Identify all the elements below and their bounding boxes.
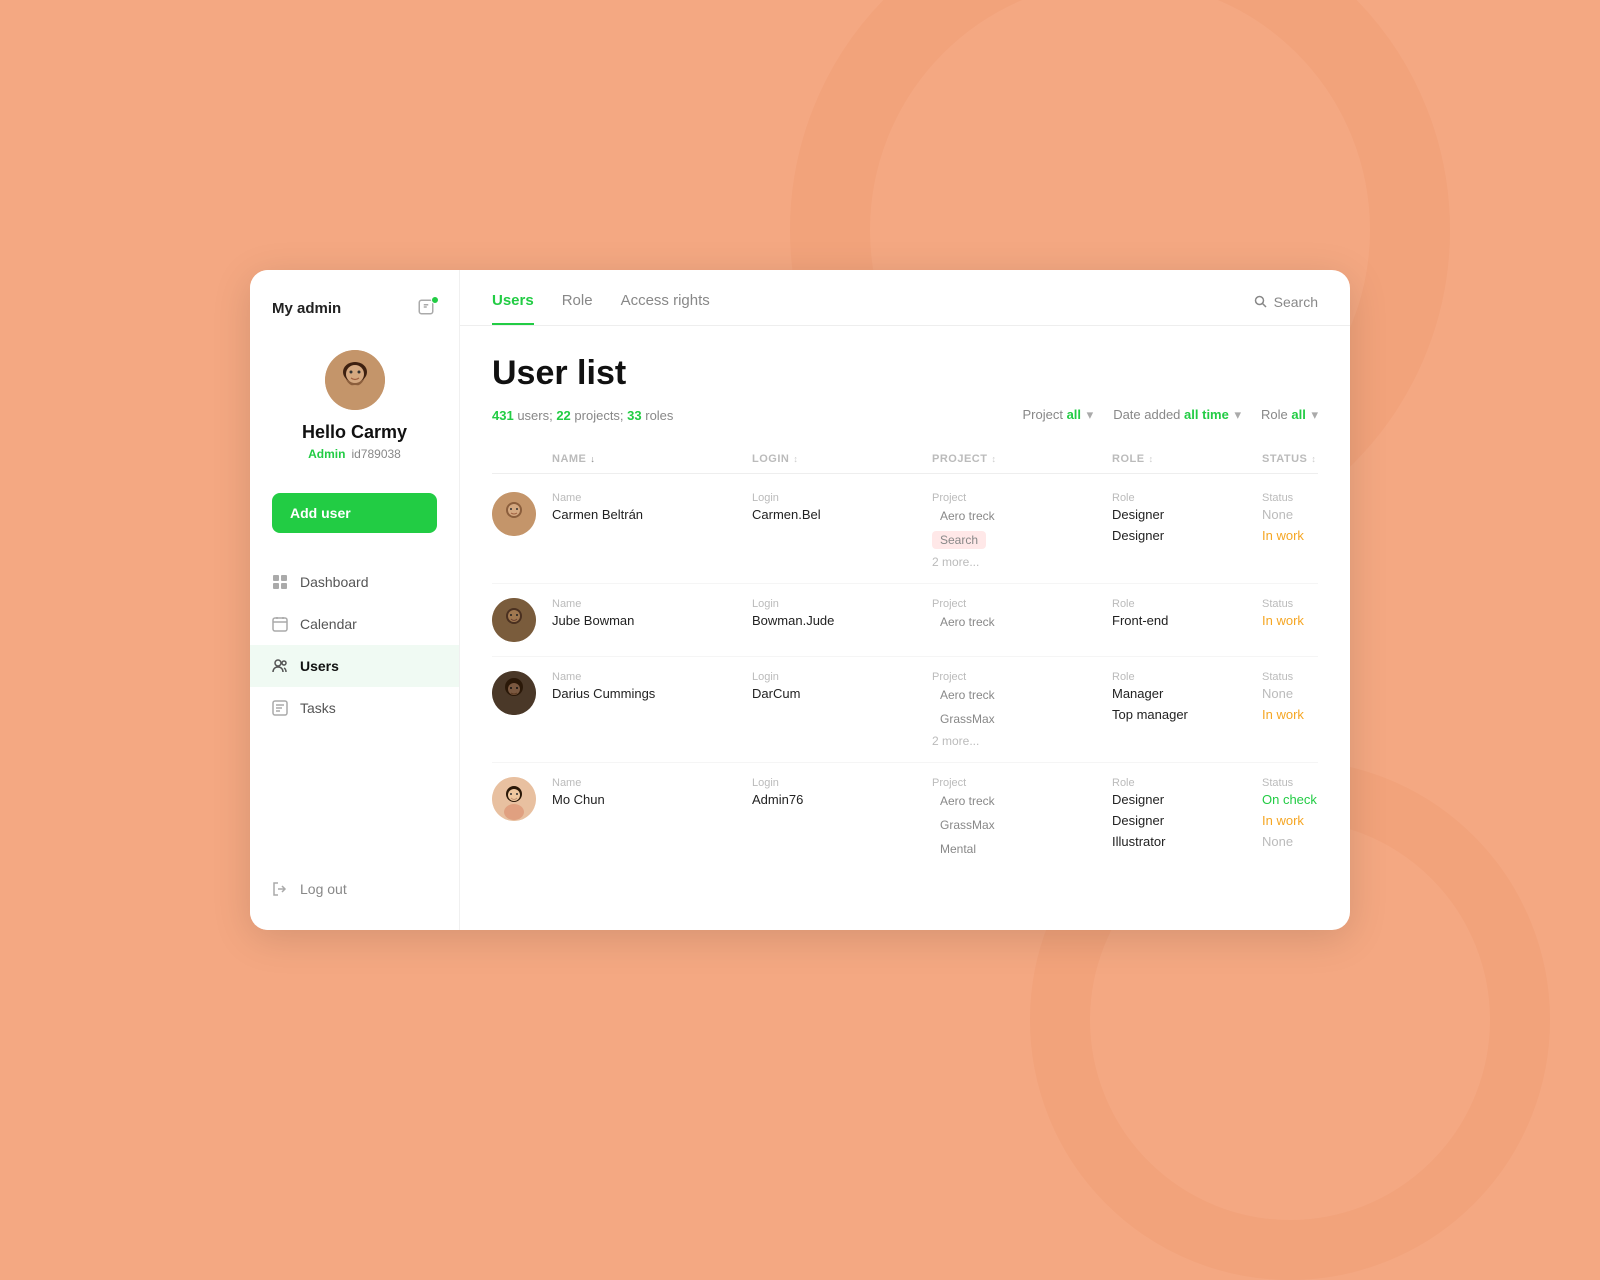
profile-greeting: Hello Carmy [302, 422, 407, 443]
sidebar-item-label: Calendar [300, 616, 357, 632]
avatar [325, 350, 385, 410]
table-row[interactable]: Name Darius Cummings Login DarCum Projec… [492, 657, 1318, 763]
profile-id: id789038 [351, 447, 400, 461]
profile-role: Admin [308, 447, 345, 461]
stats-bar: 431 users; 22 projects; 33 roles Project… [492, 407, 1318, 423]
table-header: NAME ↓ LOGIN ↕ PROJECT ↕ ROLE ↕ [492, 445, 1318, 474]
nav-tabs: Users Role Access rights [492, 292, 710, 325]
sort-icon: ↓ [590, 454, 595, 464]
name-cell: Name Mo Chun [552, 777, 752, 807]
sidebar-item-dashboard[interactable]: Dashboard [250, 561, 459, 603]
role-count: 33 [627, 408, 641, 423]
app-container: My admin [250, 270, 1350, 930]
logout-button[interactable]: Log out [250, 868, 459, 910]
tab-role[interactable]: Role [562, 292, 593, 325]
app-title: My admin [272, 300, 341, 317]
project-count: 22 [556, 408, 570, 423]
user-table: NAME ↓ LOGIN ↕ PROJECT ↕ ROLE ↕ [492, 445, 1318, 878]
role-cell: Role Designer Designer Illustrator [1112, 777, 1262, 849]
sidebar-header: My admin [250, 298, 459, 342]
user-avatar-cell [492, 492, 552, 536]
status-cell: Status In work [1262, 598, 1350, 628]
chevron-down-icon: ▾ [1311, 407, 1318, 422]
sort-icon: ↕ [1311, 454, 1316, 464]
tasks-icon [272, 700, 288, 716]
name-cell: Name Jube Bowman [552, 598, 752, 628]
role-cell: Role Front-end [1112, 598, 1262, 628]
search-label: Search [1274, 294, 1318, 310]
sidebar-item-label: Tasks [300, 700, 336, 716]
project-cell: Project Aero treck Search 2 more... [932, 492, 1112, 569]
sort-icon: ↕ [1149, 454, 1154, 464]
search-area[interactable]: Search [1254, 294, 1318, 324]
name-cell: Name Carmen Beltrán [552, 492, 752, 522]
main-content: Users Role Access rights Search User lis… [460, 270, 1350, 930]
calendar-icon [272, 616, 288, 632]
top-nav: Users Role Access rights Search [460, 270, 1350, 326]
project-cell: Project Aero treck GrassMax Mental [932, 777, 1112, 864]
avatar [492, 492, 536, 536]
filter-role[interactable]: Role all ▾ [1261, 407, 1318, 423]
notification-dot [431, 296, 439, 304]
sidebar-item-calendar[interactable]: Calendar [250, 603, 459, 645]
role-cell: Role Designer Designer [1112, 492, 1262, 543]
avatar [492, 671, 536, 715]
filter-controls: Project all ▾ Date added all time ▾ Role… [1022, 407, 1318, 423]
table-row[interactable]: Name Jube Bowman Login Bowman.Jude Proje… [492, 584, 1318, 657]
chevron-down-icon: ▾ [1087, 407, 1094, 422]
avatar [492, 777, 536, 821]
notification-icon[interactable] [417, 298, 437, 318]
sidebar-item-users[interactable]: Users [250, 645, 459, 687]
sort-icon: ↕ [793, 454, 798, 464]
search-icon [1254, 295, 1268, 309]
filter-project[interactable]: Project all ▾ [1022, 407, 1093, 423]
col-project[interactable]: PROJECT ↕ [932, 453, 1112, 465]
status-cell: Status None In work [1262, 671, 1350, 722]
col-avatar [492, 453, 552, 465]
tab-users[interactable]: Users [492, 292, 534, 325]
sidebar: My admin [250, 270, 460, 930]
col-role[interactable]: ROLE ↕ [1112, 453, 1262, 465]
user-avatar-cell [492, 598, 552, 642]
dashboard-icon [272, 574, 288, 590]
status-cell: Status None In work [1262, 492, 1350, 543]
col-name[interactable]: NAME ↓ [552, 453, 752, 465]
filter-date[interactable]: Date added all time ▾ [1113, 407, 1241, 423]
sidebar-nav: Dashboard Calendar Users Tasks [250, 561, 459, 729]
login-cell: Login DarCum [752, 671, 932, 701]
content-area: User list 431 users; 22 projects; 33 rol… [460, 326, 1350, 930]
tab-access-rights[interactable]: Access rights [621, 292, 710, 325]
logout-icon [272, 881, 288, 897]
sidebar-item-tasks[interactable]: Tasks [250, 687, 459, 729]
login-cell: Login Carmen.Bel [752, 492, 932, 522]
sort-icon: ↕ [991, 454, 996, 464]
chevron-down-icon: ▾ [1234, 407, 1241, 422]
role-cell: Role Manager Top manager [1112, 671, 1262, 722]
profile-meta: Admin id789038 [308, 447, 401, 461]
table-row[interactable]: Name Carmen Beltrán Login Carmen.Bel Pro… [492, 478, 1318, 584]
add-user-button[interactable]: Add user [272, 493, 437, 533]
sidebar-profile: Hello Carmy Admin id789038 [250, 342, 459, 489]
table-row[interactable]: Name Mo Chun Login Admin76 Project Aero … [492, 763, 1318, 878]
logout-label: Log out [300, 881, 347, 897]
user-count: 431 [492, 408, 514, 423]
user-avatar-cell [492, 777, 552, 821]
sidebar-item-label: Users [300, 658, 339, 674]
avatar [492, 598, 536, 642]
status-cell: Status On check In work None [1262, 777, 1350, 849]
col-status[interactable]: STATUS ↕ [1262, 453, 1350, 465]
user-avatar-cell [492, 671, 552, 715]
col-login[interactable]: LOGIN ↕ [752, 453, 932, 465]
page-title: User list [492, 354, 1318, 393]
project-cell: Project Aero treck GrassMax 2 more... [932, 671, 1112, 748]
project-cell: Project Aero treck [932, 598, 1112, 637]
name-cell: Name Darius Cummings [552, 671, 752, 701]
login-cell: Login Admin76 [752, 777, 932, 807]
sidebar-item-label: Dashboard [300, 574, 369, 590]
users-icon [272, 658, 288, 674]
stats-text: 431 users; 22 projects; 33 roles [492, 408, 673, 423]
login-cell: Login Bowman.Jude [752, 598, 932, 628]
